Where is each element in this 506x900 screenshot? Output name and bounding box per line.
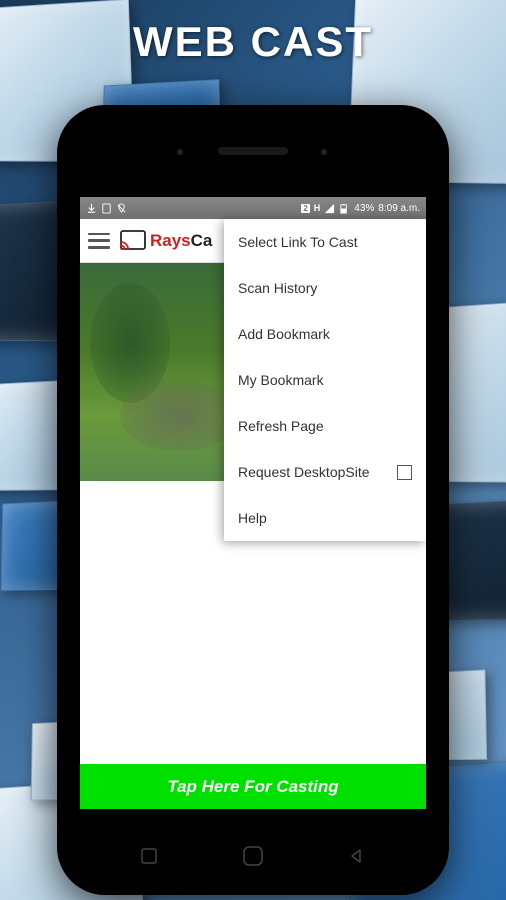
cast-cta-label: Tap Here For Casting	[167, 777, 338, 797]
phone-sensor	[177, 149, 183, 155]
options-menu: Select Link To Cast Scan History Add Boo…	[224, 219, 426, 541]
menu-item-add-bookmark[interactable]: Add Bookmark	[224, 311, 426, 357]
back-button[interactable]	[342, 841, 372, 871]
menu-item-help[interactable]: Help	[224, 495, 426, 541]
net-badge: 2	[301, 204, 309, 213]
menu-item-scan-history[interactable]: Scan History	[224, 265, 426, 311]
battery-icon	[339, 203, 350, 214]
menu-item-label: Scan History	[238, 280, 317, 296]
menu-item-label: Add Bookmark	[238, 326, 330, 342]
phone-sensor	[321, 149, 327, 155]
phone-screen: 2 H 43% 8:09 a.m. RaysCa	[80, 197, 426, 809]
download-icon	[86, 203, 97, 214]
clock: 8:09 a.m.	[378, 203, 420, 214]
signal-icon	[324, 203, 335, 214]
page-title: WEB CAST	[0, 18, 506, 66]
desktop-site-checkbox[interactable]	[397, 465, 412, 480]
net-type: H	[314, 203, 321, 213]
menu-item-select-link[interactable]: Select Link To Cast	[224, 219, 426, 265]
menu-item-label: Select Link To Cast	[238, 234, 358, 250]
menu-item-request-desktop[interactable]: Request DesktopSite	[224, 449, 426, 495]
menu-item-label: Refresh Page	[238, 418, 324, 434]
home-button[interactable]	[238, 841, 268, 871]
menu-item-label: Request DesktopSite	[238, 464, 370, 480]
menu-item-refresh-page[interactable]: Refresh Page	[224, 403, 426, 449]
menu-icon[interactable]	[88, 233, 110, 249]
app-name: RaysCa	[150, 231, 212, 251]
recents-button[interactable]	[134, 841, 164, 871]
battery-percent: 43%	[354, 203, 374, 214]
phone-frame: 2 H 43% 8:09 a.m. RaysCa	[57, 105, 449, 895]
sd-card-icon	[101, 203, 112, 214]
menu-item-label: My Bookmark	[238, 372, 324, 388]
location-off-icon	[116, 203, 127, 214]
phone-nav-buttons	[57, 841, 449, 871]
menu-item-my-bookmark[interactable]: My Bookmark	[224, 357, 426, 403]
phone-speaker	[218, 147, 288, 155]
cast-cta-button[interactable]: Tap Here For Casting	[80, 764, 426, 809]
status-bar: 2 H 43% 8:09 a.m.	[80, 197, 426, 219]
cast-icon	[120, 230, 146, 252]
menu-item-label: Help	[238, 510, 267, 526]
